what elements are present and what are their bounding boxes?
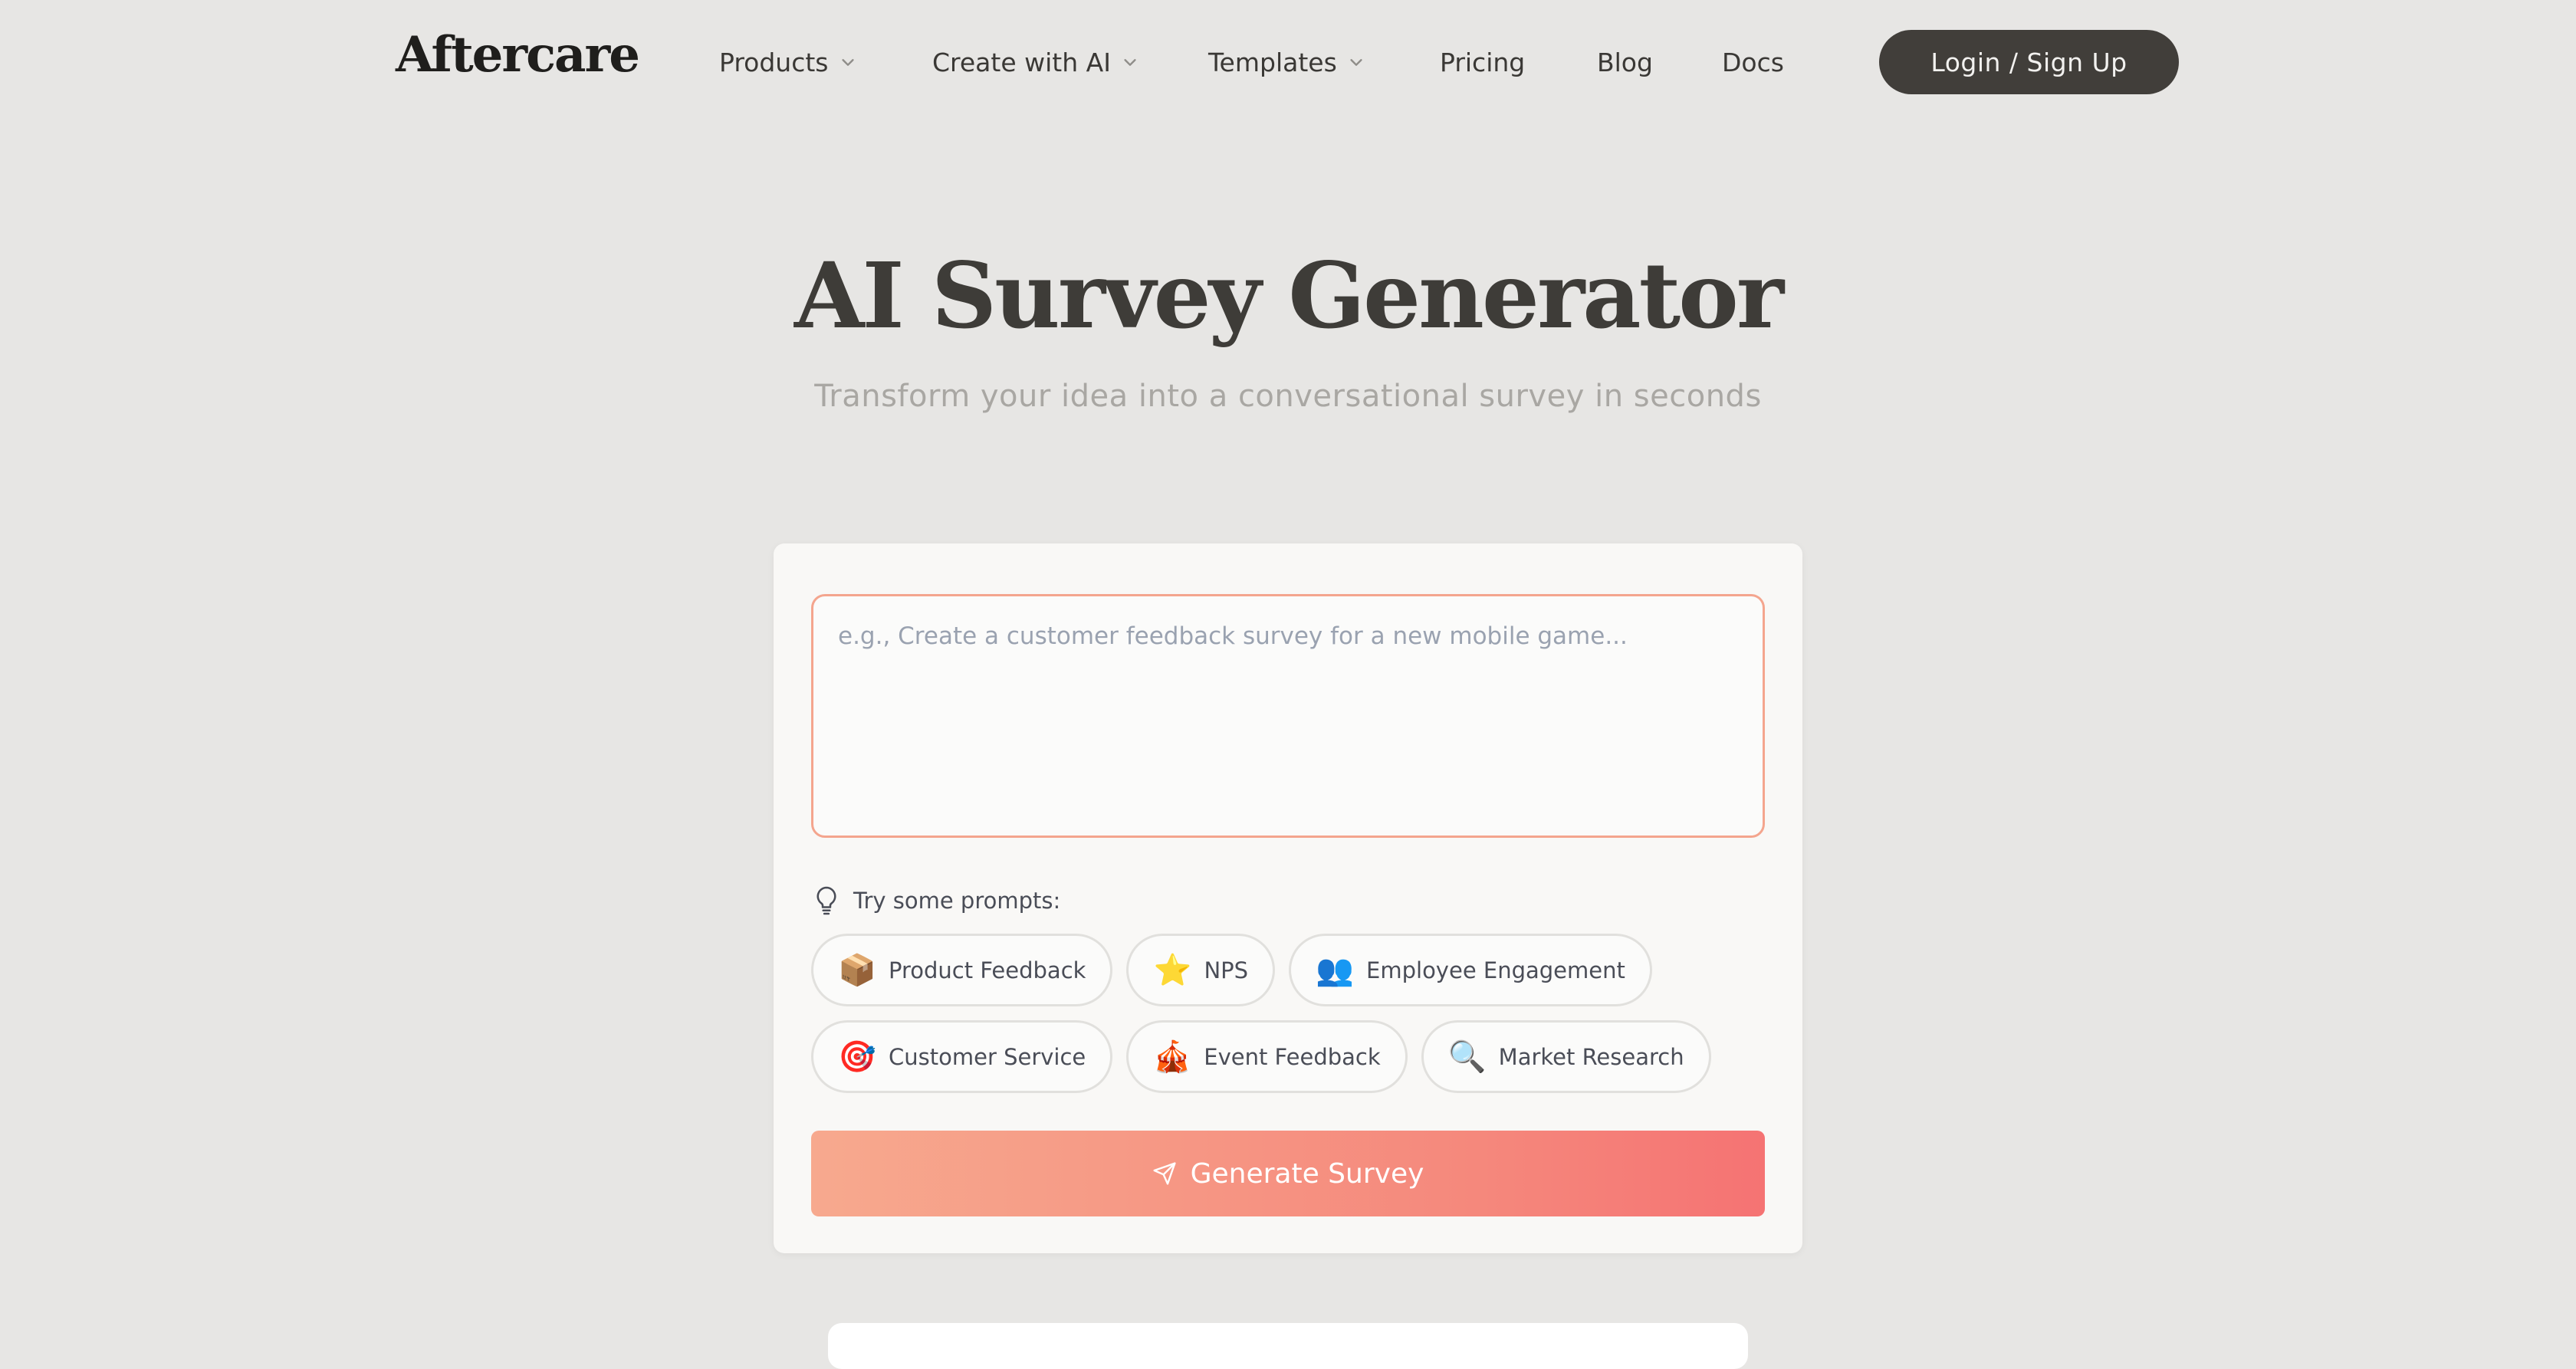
nav-pricing[interactable]: Pricing — [1440, 44, 1525, 80]
nav-pricing-label: Pricing — [1440, 47, 1526, 77]
nav-products-label: Products — [719, 47, 829, 77]
chip-customer-service[interactable]: 🎯 Customer Service — [811, 1020, 1113, 1093]
nav-products[interactable]: Products — [719, 44, 856, 80]
next-section-card — [828, 1323, 1748, 1369]
target-icon: 🎯 — [838, 1039, 876, 1075]
send-icon — [1153, 1162, 1176, 1185]
generate-survey-label: Generate Survey — [1190, 1157, 1424, 1190]
chip-label: Event Feedback — [1204, 1043, 1381, 1070]
package-icon: 📦 — [838, 952, 876, 988]
chevron-down-icon — [1124, 59, 1136, 66]
top-nav: Aftercare Products Create with AI Templa… — [0, 0, 2576, 124]
login-signup-button[interactable]: Login / Sign Up — [1879, 30, 2179, 94]
try-prompts-header: Try some prompts: — [813, 884, 1060, 918]
nav-blog-label: Blog — [1597, 47, 1653, 77]
lightbulb-icon — [816, 886, 836, 915]
chip-employee-engagement[interactable]: 👥 Employee Engagement — [1289, 934, 1652, 1006]
page-subtitle: Transform your idea into a conversationa… — [814, 379, 1762, 414]
circus-tent-icon: 🎪 — [1153, 1039, 1192, 1075]
chip-label: NPS — [1204, 957, 1249, 983]
people-icon: 👥 — [1316, 952, 1354, 988]
chip-product-feedback[interactable]: 📦 Product Feedback — [811, 934, 1113, 1006]
prompt-input-wrapper — [811, 594, 1765, 838]
try-prompts-label: Try some prompts: — [853, 888, 1061, 914]
chip-label: Customer Service — [889, 1043, 1086, 1070]
chip-nps[interactable]: ⭐ NPS — [1126, 934, 1276, 1006]
chip-label: Employee Engagement — [1366, 957, 1625, 983]
logo[interactable]: Aftercare — [396, 26, 640, 84]
chip-label: Product Feedback — [889, 957, 1086, 983]
generate-survey-button[interactable]: Generate Survey — [811, 1131, 1765, 1216]
survey-generator-card: Try some prompts: 📦 Product Feedback ⭐ N… — [774, 543, 1802, 1253]
nav-docs[interactable]: Docs — [1722, 44, 1784, 80]
page-title: AI Survey Generator — [794, 242, 1784, 349]
prompt-chips: 📦 Product Feedback ⭐ NPS 👥 Employee Enga… — [811, 934, 1769, 1107]
star-icon: ⭐ — [1153, 952, 1192, 988]
nav-docs-label: Docs — [1722, 47, 1784, 77]
nav-templates-label: Templates — [1208, 47, 1337, 77]
chevron-down-icon — [1350, 59, 1362, 66]
chip-market-research[interactable]: 🔍 Market Research — [1421, 1020, 1711, 1093]
nav-templates[interactable]: Templates — [1208, 44, 1365, 80]
prompt-input[interactable] — [813, 596, 1763, 836]
magnifier-icon: 🔍 — [1447, 1039, 1487, 1075]
nav-create-with-ai-label: Create with AI — [932, 47, 1111, 77]
chevron-down-icon — [841, 59, 854, 66]
nav-create-with-ai[interactable]: Create with AI — [932, 44, 1138, 80]
prompt-chips-row: 📦 Product Feedback ⭐ NPS 👥 Employee Enga… — [811, 934, 1769, 1006]
nav-blog[interactable]: Blog — [1597, 44, 1653, 80]
chip-label: Market Research — [1498, 1043, 1684, 1070]
chip-event-feedback[interactable]: 🎪 Event Feedback — [1126, 1020, 1408, 1093]
prompt-chips-row: 🎯 Customer Service 🎪 Event Feedback 🔍 Ma… — [811, 1020, 1769, 1093]
